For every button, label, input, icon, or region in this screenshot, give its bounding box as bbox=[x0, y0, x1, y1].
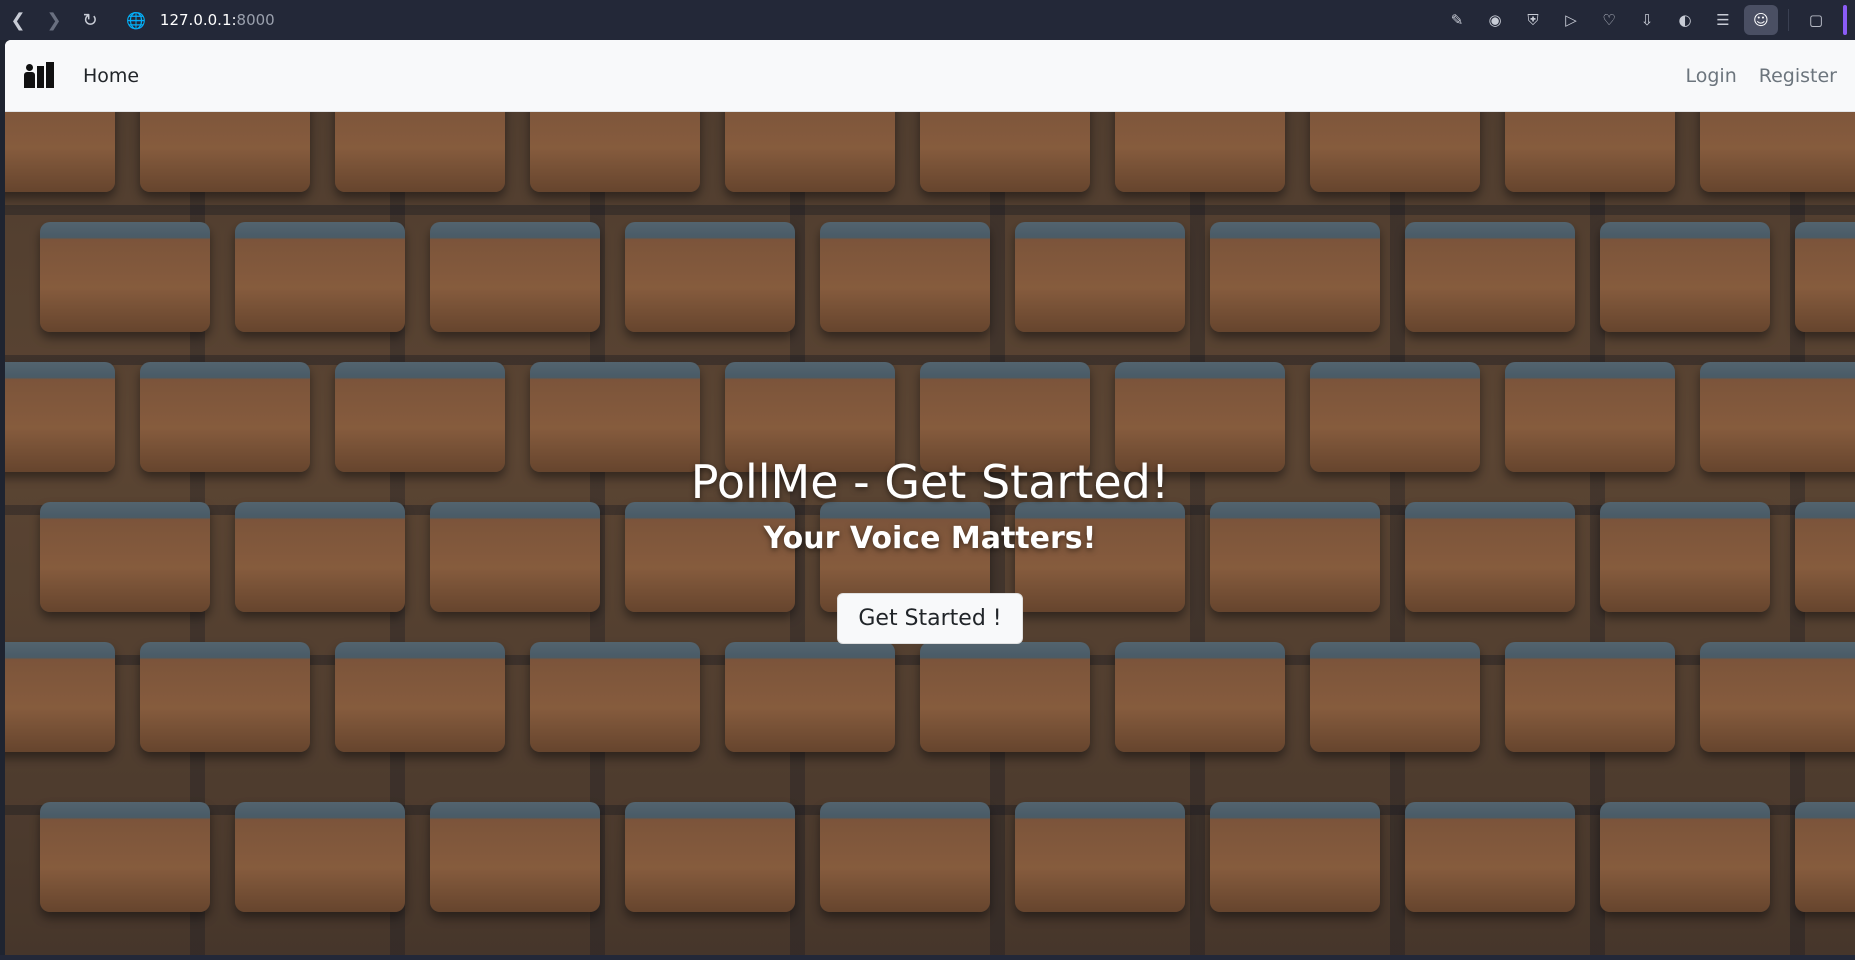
site-navbar: Home Login Register bbox=[5, 40, 1855, 112]
globe-icon: 🌐 bbox=[126, 10, 146, 30]
window-bottom-edge bbox=[0, 955, 1855, 960]
hero-subtitle: Your Voice Matters! bbox=[763, 521, 1097, 556]
sidebar-icon[interactable]: ◐ bbox=[1668, 5, 1702, 35]
play-icon[interactable]: ▷ bbox=[1554, 5, 1588, 35]
nav-auth-links: Login Register bbox=[1686, 65, 1838, 87]
shield-icon[interactable]: ⛨ bbox=[1516, 5, 1550, 35]
hero-content: PollMe - Get Started! Your Voice Matters… bbox=[5, 112, 1855, 955]
page-viewport: Home Login Register PollMe - Get Started… bbox=[5, 40, 1855, 955]
brand-logo-icon[interactable] bbox=[23, 61, 55, 90]
address-bar[interactable]: 🌐 127.0.0.1: 8000 bbox=[116, 6, 285, 34]
camera-icon[interactable]: ◉ bbox=[1478, 5, 1512, 35]
reload-icon[interactable]: ↻ bbox=[72, 6, 108, 34]
toolbar-divider bbox=[1788, 9, 1789, 31]
edit-icon[interactable]: ✎ bbox=[1440, 5, 1474, 35]
nav-home-link[interactable]: Home bbox=[83, 65, 139, 87]
download-icon[interactable]: ⇩ bbox=[1630, 5, 1664, 35]
browser-actions: ✎ ◉ ⛨ ▷ ♡ ⇩ ◐ ☰ ☺ ▢ bbox=[1440, 0, 1847, 40]
get-started-button[interactable]: Get Started ! bbox=[837, 593, 1023, 644]
url-host: 127.0.0.1: bbox=[159, 11, 237, 29]
forward-icon[interactable]: ❯ bbox=[36, 6, 72, 34]
extensions-icon[interactable]: ▢ bbox=[1799, 5, 1833, 35]
url-port: 8000 bbox=[236, 11, 275, 29]
browser-toolbar: ❮ ❯ ↻ 🌐 127.0.0.1: 8000 ✎ ◉ ⛨ ▷ ♡ ⇩ ◐ ☰ ☺… bbox=[0, 0, 1855, 40]
profile-icon[interactable]: ☺ bbox=[1744, 5, 1778, 35]
hero-title: PollMe - Get Started! bbox=[690, 455, 1170, 509]
hero-section: PollMe - Get Started! Your Voice Matters… bbox=[5, 112, 1855, 955]
nav-register-link[interactable]: Register bbox=[1759, 65, 1837, 87]
accent-bar bbox=[1843, 5, 1847, 35]
heart-icon[interactable]: ♡ bbox=[1592, 5, 1626, 35]
back-icon[interactable]: ❮ bbox=[0, 6, 36, 34]
menu-icon[interactable]: ☰ bbox=[1706, 5, 1740, 35]
nav-login-link[interactable]: Login bbox=[1686, 65, 1737, 87]
